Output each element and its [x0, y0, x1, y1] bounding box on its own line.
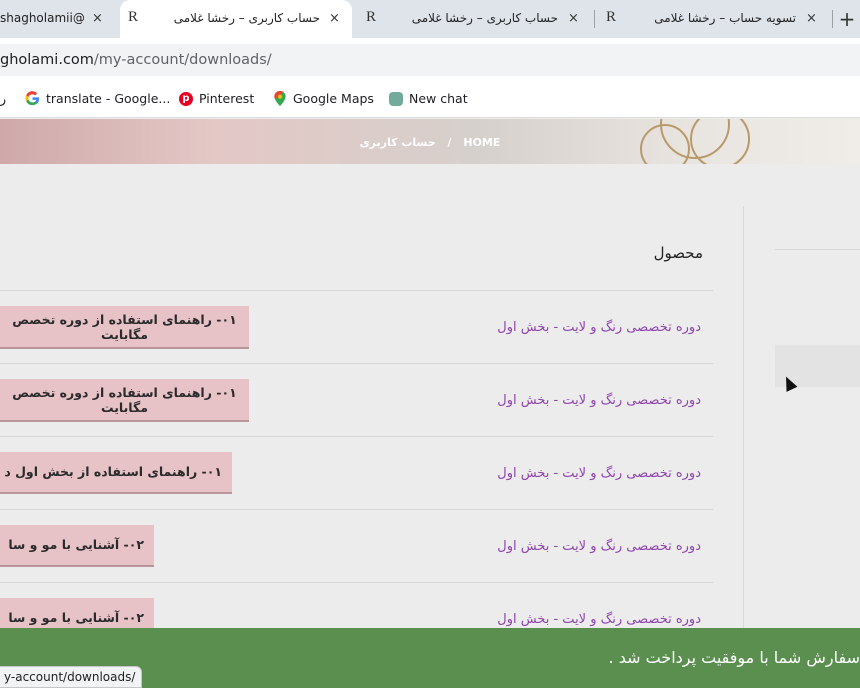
bookmark-translate[interactable]: translate - Google...: [25, 91, 170, 106]
close-icon[interactable]: ×: [806, 11, 817, 26]
download-label: ۰۱- راهنمای استفاده از بخش اول د: [4, 464, 222, 479]
close-icon[interactable]: ×: [92, 11, 103, 26]
bookmark-item[interactable]: ر: [0, 91, 6, 106]
downloads-content: محصول دوره تخصصی رنگ و لایت - بخش اول ۰۱…: [0, 164, 860, 640]
url-path: /my-account/downloads/: [93, 52, 272, 68]
download-size: مگابایت: [100, 400, 148, 415]
product-link[interactable]: دوره تخصصی رنگ و لایت - بخش اول: [497, 320, 701, 335]
product-link[interactable]: دوره تخصصی رنگ و لایت - بخش اول: [497, 393, 701, 408]
tab-4[interactable]: R تسویه حساب – رخشا غلامی ×: [598, 0, 830, 38]
bookmark-new-chat[interactable]: New chat: [389, 91, 468, 106]
table-divider: [0, 363, 713, 364]
tab-title: حساب کاربری – رخشا غلامی: [173, 11, 320, 25]
browser-window: shagholamii@ × R حساب کاربری – رخشا غلام…: [0, 0, 860, 688]
address-bar-row: gholami.com/my-account/downloads/: [0, 38, 860, 82]
bookmark-pinterest[interactable]: p Pinterest: [179, 91, 254, 106]
product-link[interactable]: دوره تخصصی رنگ و لایت - بخش اول: [497, 539, 701, 554]
download-label: ۰۱- راهنمای استفاده از دوره تخصص: [12, 385, 237, 400]
table-divider: [0, 436, 713, 437]
download-button[interactable]: ۰۲- آشنایی با مو و سا: [0, 525, 154, 567]
download-label: ۰۱- راهنمای استفاده از دوره تخصص: [12, 312, 237, 327]
google-maps-icon: [274, 91, 286, 106]
table-divider: [0, 290, 713, 291]
bookmark-label: translate - Google...: [46, 91, 171, 106]
table-divider: [0, 582, 713, 583]
chatgpt-icon: [389, 91, 403, 106]
breadcrumb: حساب کاربری / HOME: [0, 136, 860, 149]
url-host: gholami.com: [0, 52, 94, 68]
hero-banner: حساب کاربری / HOME: [0, 119, 860, 164]
tab-strip: shagholamii@ × R حساب کاربری – رخشا غلام…: [0, 0, 860, 38]
site-favicon-icon: R: [606, 9, 617, 25]
bookmark-label: Google Maps: [293, 91, 374, 106]
address-bar[interactable]: gholami.com/my-account/downloads/: [0, 44, 860, 76]
close-icon[interactable]: ×: [568, 11, 579, 26]
close-icon[interactable]: ×: [329, 11, 340, 26]
tab-separator: [832, 10, 833, 28]
link-status-bar: y-account/downloads/: [0, 666, 143, 688]
site-favicon-icon: R: [128, 9, 139, 25]
tab-2-active[interactable]: R حساب کاربری – رخشا غلامی ×: [120, 0, 352, 38]
breadcrumb-home-link[interactable]: HOME: [463, 136, 500, 149]
bookmark-google-maps[interactable]: Google Maps: [273, 91, 374, 106]
google-icon: [25, 91, 40, 106]
breadcrumb-separator: /: [447, 136, 452, 149]
column-header-product: محصول: [653, 244, 703, 262]
download-size: مگابایت: [100, 327, 148, 342]
download-label: ۰۲- آشنایی با مو و سا: [8, 610, 144, 625]
breadcrumb-current: حساب کاربری: [359, 136, 436, 149]
download-button[interactable]: ۰۱- راهنمای استفاده از بخش اول د: [0, 452, 232, 494]
product-link[interactable]: دوره تخصصی رنگ و لایت - بخش اول: [497, 612, 701, 627]
download-button[interactable]: ۰۱- راهنمای استفاده از دوره تخصص مگابایت: [0, 306, 249, 349]
sidebar-line: [775, 249, 860, 250]
tab-title: تسویه حساب – رخشا غلامی: [654, 11, 796, 25]
download-button[interactable]: ۰۱- راهنمای استفاده از دوره تخصص مگابایت: [0, 379, 249, 422]
sidebar-divider: [743, 206, 744, 636]
bookmarks-bar: ر translate - Google... p Pinterest Goog…: [0, 82, 860, 118]
tab-separator: [594, 10, 595, 28]
tab-title: حساب کاربری – رخشا غلامی: [411, 11, 558, 25]
tab-1[interactable]: shagholamii@ ×: [0, 0, 118, 38]
tab-3[interactable]: R حساب کاربری – رخشا غلامی ×: [358, 0, 590, 38]
bookmark-label: ر: [0, 91, 7, 106]
notice-text: سفارش شما با موفقیت پرداخت شد .: [608, 648, 860, 667]
table-divider: [0, 509, 713, 510]
bookmark-label: New chat: [409, 91, 468, 106]
download-label: ۰۲- آشنایی با مو و سا: [8, 537, 144, 552]
url-text: gholami.com/my-account/downloads/: [0, 52, 272, 68]
site-favicon-icon: R: [366, 9, 377, 25]
product-link[interactable]: دوره تخصصی رنگ و لایت - بخش اول: [497, 466, 701, 481]
bookmark-label: Pinterest: [199, 91, 255, 106]
pinterest-icon: p: [179, 91, 193, 106]
new-tab-button[interactable]: +: [834, 6, 860, 32]
tab-title: shagholamii@: [0, 11, 85, 25]
